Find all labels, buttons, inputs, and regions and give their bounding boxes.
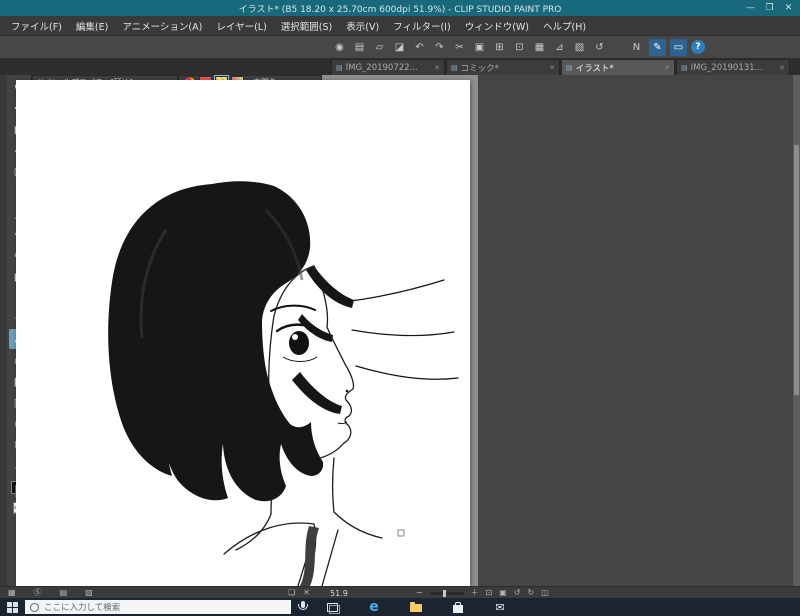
menu-help[interactable]: ヘルプ(H): [536, 16, 593, 36]
menu-file[interactable]: ファイル(F): [4, 16, 69, 36]
document-tab-2[interactable]: ▤ イラスト* ✕: [561, 59, 675, 75]
windows-logo-icon: [7, 601, 18, 613]
redo-icon[interactable]: ↷: [431, 39, 448, 56]
menu-edit[interactable]: 編集(E): [69, 16, 115, 36]
save-file-icon[interactable]: ◪: [391, 39, 408, 56]
menu-view[interactable]: 表示(V): [339, 16, 386, 36]
document-icon: ▤: [451, 63, 458, 72]
n-badge-icon[interactable]: N: [628, 39, 645, 56]
document-tab-0[interactable]: ▤ IMG_20190722... ✕: [331, 59, 445, 75]
canvas-page[interactable]: [16, 80, 470, 587]
task-view-icon[interactable]: [324, 598, 340, 616]
snap-to-ruler-icon[interactable]: ▦: [531, 39, 548, 56]
store-icon[interactable]: [450, 598, 466, 616]
tab-label: IMG_20190131...: [690, 62, 763, 73]
cut-icon[interactable]: ✂: [451, 39, 468, 56]
snap-to-special-ruler-icon[interactable]: ⊿: [551, 39, 568, 56]
menu-filter[interactable]: フィルター(I): [386, 16, 458, 36]
menu-selection[interactable]: 選択範囲(S): [274, 16, 339, 36]
menu-animation[interactable]: アニメーション(A): [115, 16, 209, 36]
zoom-slider-thumb[interactable]: [443, 589, 447, 597]
tab-label: イラスト*: [575, 63, 614, 74]
document-icon: ▤: [681, 63, 688, 72]
ribbon-shape: [300, 526, 319, 586]
tab-close-icon[interactable]: ✕: [434, 64, 440, 72]
menu-layer[interactable]: レイヤー(L): [209, 16, 273, 36]
document-icon: ▤: [336, 63, 343, 72]
canvas-area: [0, 75, 800, 587]
copy-icon[interactable]: ▣: [471, 39, 488, 56]
start-button[interactable]: [0, 598, 25, 616]
edge-icon[interactable]: e: [366, 598, 382, 616]
clip-studio-paint-window: イラスト* (B5 18.20 x 25.70cm 600dpi 51.9%) …: [0, 0, 800, 616]
tab-close-icon[interactable]: ✕: [664, 64, 670, 72]
search-icon: [30, 602, 39, 612]
eye-iris: [289, 331, 309, 355]
command-bar: ◉ ▤ ▱ ◪ ↶ ↷ ✂ ▣ ⊞ ⊡ ▦ ⊿ ▨ ↺ N ✎ ▭?: [0, 36, 800, 59]
pen-settings-icon[interactable]: ✎: [649, 38, 666, 56]
menu-bar: ファイル(F) 編集(E) アニメーション(A) レイヤー(L) 選択範囲(S) 表示(V…: [0, 16, 800, 36]
document-tab-bar: ▤ IMG_20190722... ✕ ▤ コミック* ✕ ▤ イラスト* ✕ ▤ IMG_2019…: [0, 58, 800, 75]
tab-close-icon[interactable]: ✕: [779, 64, 785, 72]
maximize-button[interactable]: ❐: [760, 0, 779, 16]
deselect-icon[interactable]: ⊡: [511, 39, 528, 56]
tab-label: IMG_20190722...: [345, 62, 418, 73]
tablet-mode-icon[interactable]: ▭: [670, 38, 687, 56]
paste-icon[interactable]: ⊞: [491, 39, 508, 56]
microphone-icon[interactable]: [296, 601, 310, 614]
canvas-illustration: [108, 181, 459, 587]
tab-close-icon[interactable]: ✕: [549, 64, 555, 72]
title-bar: イラスト* (B5 18.20 x 25.70cm 600dpi 51.9%) …: [0, 0, 800, 16]
reset-display-icon[interactable]: ↺: [591, 39, 608, 56]
new-file-icon[interactable]: ▤: [351, 39, 368, 56]
search-placeholder: ここに入力して検索: [44, 603, 121, 613]
window-title: イラスト* (B5 18.20 x 25.70cm 600dpi 51.9%) …: [238, 4, 562, 15]
mail-icon[interactable]: ✉: [492, 598, 508, 616]
close-button[interactable]: ✕: [779, 0, 798, 16]
file-explorer-icon[interactable]: [408, 598, 424, 616]
document-tab-1[interactable]: ▤ コミック* ✕: [446, 59, 560, 75]
document-tab-3[interactable]: ▤ IMG_20190131... ✕: [676, 59, 790, 75]
taskbar-search-input[interactable]: ここに入力して検索: [25, 600, 291, 614]
selection-handle[interactable]: [397, 529, 405, 537]
minimize-button[interactable]: —: [741, 0, 760, 16]
menu-window[interactable]: ウィンドウ(W): [458, 16, 536, 36]
undo-icon[interactable]: ↶: [411, 39, 428, 56]
clip-studio-logo-icon[interactable]: ◉: [331, 39, 348, 56]
zoom-slider[interactable]: [429, 589, 464, 597]
workspace: ⚲✚▶◆▢✦◢✒✏◣∴✳▰◑◧▥○⊞A ⚒ ツールプロパティ[硬め] 硬め ブラ…: [0, 75, 800, 587]
zoom-value: 51.9: [330, 588, 348, 598]
snap-to-grid-icon[interactable]: ▨: [571, 39, 588, 56]
open-file-icon[interactable]: ▱: [371, 39, 388, 56]
windows-taskbar: ここに入力して検索 e ✉: [0, 598, 800, 616]
tab-label: コミック*: [460, 63, 499, 74]
document-icon: ▤: [566, 63, 573, 72]
help-icon[interactable]: ?: [691, 40, 705, 54]
